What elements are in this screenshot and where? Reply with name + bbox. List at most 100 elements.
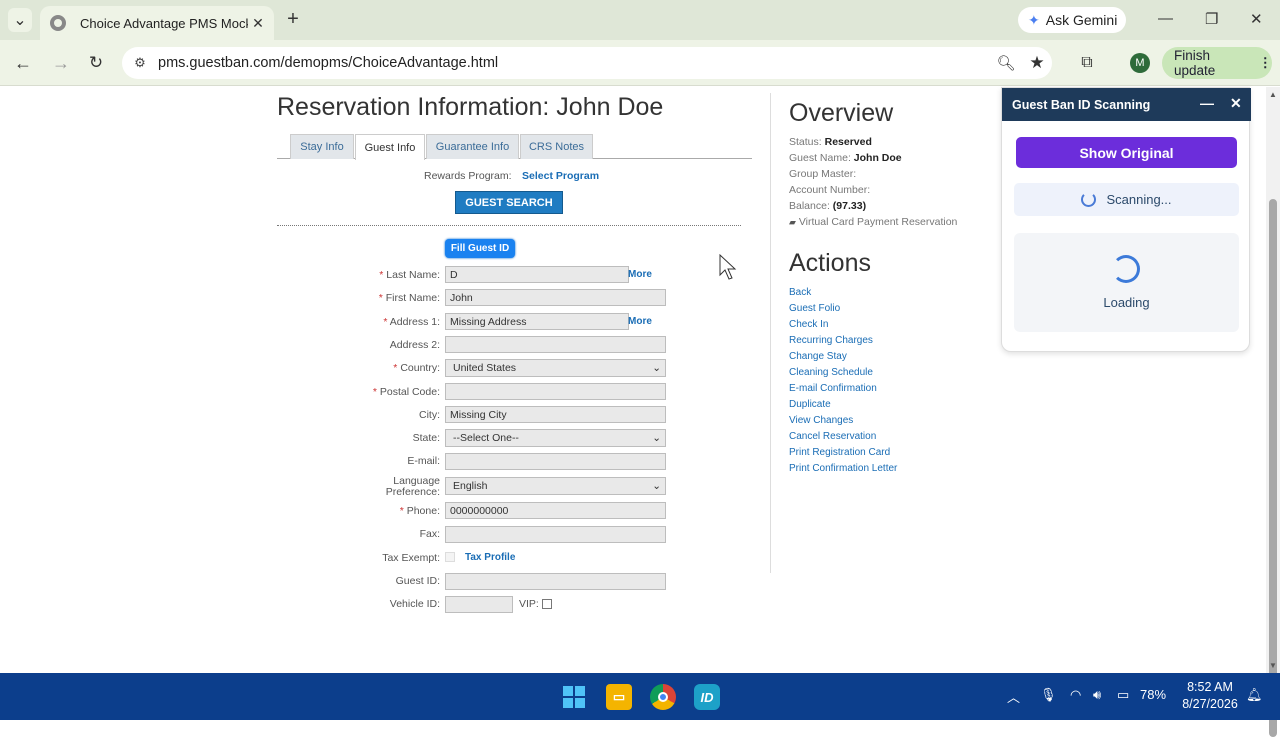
action-duplicate-link[interactable]: Duplicate xyxy=(789,399,831,410)
action-guest-folio-link[interactable]: Guest Folio xyxy=(789,303,840,314)
browser-tab-strip: ⌄ Choice Advantage PMS Mockup ✕ + ✦ Ask … xyxy=(0,0,1280,40)
address1-label: * Address 1: xyxy=(383,316,440,328)
new-tab-plus-icon[interactable]: + xyxy=(282,8,304,30)
microphone-icon[interactable]: 🎙︎ xyxy=(1040,687,1057,703)
last-name-more-link[interactable]: More xyxy=(628,269,652,280)
virtual-card-row: ▰ Virtual Card Payment Reservation xyxy=(789,216,958,228)
bookmark-star-icon[interactable]: ★ xyxy=(1026,52,1048,74)
action-email-confirmation-link[interactable]: E-mail Confirmation xyxy=(789,383,877,394)
phone-label: * Phone: xyxy=(399,505,440,517)
address1-input[interactable]: Missing Address xyxy=(445,313,629,330)
action-cancel-reservation-link[interactable]: Cancel Reservation xyxy=(789,431,876,442)
browser-tab[interactable]: Choice Advantage PMS Mockup ✕ xyxy=(40,6,274,40)
browser-toolbar: ← → ↻ ⚙ pms.guestban.com/demopms/ChoiceA… xyxy=(0,40,1280,86)
scanning-label: Scanning... xyxy=(1106,192,1172,207)
language-select[interactable]: English ⌄ xyxy=(445,477,666,495)
show-hidden-icons-chevron-icon[interactable]: ︿ xyxy=(1007,687,1020,706)
tab-crs-notes[interactable]: CRS Notes xyxy=(520,134,593,159)
action-recurring-charges-link[interactable]: Recurring Charges xyxy=(789,335,873,346)
vip-label: VIP: xyxy=(519,598,539,610)
action-check-in-link[interactable]: Check In xyxy=(789,319,828,330)
guest-search-button[interactable]: GUEST SEARCH xyxy=(455,191,563,214)
extensions-puzzle-icon[interactable]: ⧉ xyxy=(1076,52,1098,74)
state-select[interactable]: --Select One-- ⌄ xyxy=(445,429,666,447)
card-icon: ▰ xyxy=(789,217,796,227)
ask-gemini-button[interactable]: ✦ Ask Gemini xyxy=(1018,7,1126,33)
loading-spinner-icon xyxy=(1112,255,1140,283)
status-row: Status: Reserved xyxy=(789,136,872,148)
status-value: Reserved xyxy=(824,136,872,148)
scroll-up-icon[interactable]: ▲ xyxy=(1269,90,1277,99)
rewards-program-label: Rewards Program: xyxy=(424,170,512,182)
fax-label: Fax: xyxy=(419,528,440,540)
tax-profile-link[interactable]: Tax Profile xyxy=(465,552,515,563)
address2-label: Address 2: xyxy=(389,339,440,351)
select-program-link[interactable]: Select Program xyxy=(522,170,599,182)
tab-search-chevron-icon[interactable]: ⌄ xyxy=(8,8,32,32)
battery-icon[interactable]: ▭ xyxy=(1117,687,1129,703)
more-menu-icon: ⋮ xyxy=(1258,55,1273,70)
reservation-tabs: Stay Info Guest Info Guarantee Info CRS … xyxy=(277,132,752,160)
close-window-icon[interactable]: ✕ xyxy=(1250,10,1263,28)
reload-icon[interactable]: ↻ xyxy=(85,52,107,74)
show-original-button[interactable]: Show Original xyxy=(1016,137,1237,168)
address2-input[interactable] xyxy=(445,336,666,353)
close-panel-icon[interactable]: ✕ xyxy=(1230,95,1242,112)
tab-guest-info[interactable]: Guest Info xyxy=(355,134,425,160)
windows-start-icon[interactable] xyxy=(561,684,587,710)
first-name-label: * First Name: xyxy=(378,292,440,304)
minimize-icon[interactable]: — xyxy=(1158,10,1173,27)
battery-percent: 78% xyxy=(1140,687,1167,702)
column-divider xyxy=(770,93,771,573)
action-change-stay-link[interactable]: Change Stay xyxy=(789,351,847,362)
tab-stay-info[interactable]: Stay Info xyxy=(290,134,354,159)
finish-update-button[interactable]: Finish update ⋮ xyxy=(1162,47,1272,79)
notification-bell-icon[interactable]: 🔔︎ xyxy=(1246,687,1263,703)
clock-time: 8:52 AM xyxy=(1187,680,1233,694)
guest-id-input[interactable] xyxy=(445,573,666,590)
guest-ban-id-app-icon[interactable]: ID xyxy=(694,684,720,710)
close-tab-icon[interactable]: ✕ xyxy=(248,15,268,32)
action-print-registration-card-link[interactable]: Print Registration Card xyxy=(789,447,890,458)
country-select[interactable]: United States ⌄ xyxy=(445,359,666,377)
tax-exempt-checkbox[interactable] xyxy=(445,552,455,562)
url-text: pms.guestban.com/demopms/ChoiceAdvantage… xyxy=(158,55,499,71)
guest-id-label: Guest ID: xyxy=(395,575,440,587)
email-input[interactable] xyxy=(445,453,666,470)
browser-tab-title: Choice Advantage PMS Mockup xyxy=(80,15,248,31)
forward-arrow-icon[interactable]: → xyxy=(50,52,72,74)
phone-input[interactable]: 0000000000 xyxy=(445,502,666,519)
tab-guarantee-info[interactable]: Guarantee Info xyxy=(426,134,519,159)
wifi-icon[interactable]: ◠ xyxy=(1070,687,1081,703)
scroll-down-icon[interactable]: ▼ xyxy=(1269,661,1277,670)
action-back-link[interactable]: Back xyxy=(789,287,811,298)
site-info-icon[interactable]: ⚙ xyxy=(122,55,158,71)
file-explorer-icon[interactable]: ▭ xyxy=(606,684,632,710)
last-name-input[interactable]: D xyxy=(445,266,629,283)
first-name-input[interactable]: John xyxy=(445,289,666,306)
fax-input[interactable] xyxy=(445,526,666,543)
vehicle-id-label: Vehicle ID: xyxy=(389,598,440,610)
address-bar[interactable]: ⚙ pms.guestban.com/demopms/ChoiceAdvanta… xyxy=(122,47,1052,79)
zoom-icon[interactable]: 🔍︎ xyxy=(995,52,1017,74)
action-cleaning-schedule-link[interactable]: Cleaning Schedule xyxy=(789,367,873,378)
back-arrow-icon[interactable]: ← xyxy=(12,52,34,74)
vip-checkbox[interactable] xyxy=(542,599,552,609)
action-print-confirmation-letter-link[interactable]: Print Confirmation Letter xyxy=(789,463,897,474)
address1-more-link[interactable]: More xyxy=(628,316,652,327)
clock[interactable]: 8:52 AM 8/27/2026 xyxy=(1180,679,1240,713)
restore-icon[interactable]: ❐ xyxy=(1205,10,1218,28)
volume-icon[interactable]: 🔊︎ xyxy=(1093,687,1101,703)
page-scrollbar[interactable]: ▲ ▼ xyxy=(1266,87,1280,737)
city-input[interactable]: Missing City xyxy=(445,406,666,423)
action-view-changes-link[interactable]: View Changes xyxy=(789,415,853,426)
chrome-icon[interactable] xyxy=(650,684,676,710)
gemini-sparkle-icon: ✦ xyxy=(1028,11,1040,28)
postal-code-input[interactable] xyxy=(445,383,666,400)
vehicle-id-input[interactable] xyxy=(445,596,513,613)
profile-avatar[interactable]: M xyxy=(1130,53,1150,73)
minimize-panel-icon[interactable]: — xyxy=(1200,95,1214,111)
overview-title: Overview xyxy=(789,99,894,127)
scrollbar-thumb[interactable] xyxy=(1269,199,1277,737)
fill-guest-id-button[interactable]: Fill Guest ID xyxy=(445,239,515,258)
